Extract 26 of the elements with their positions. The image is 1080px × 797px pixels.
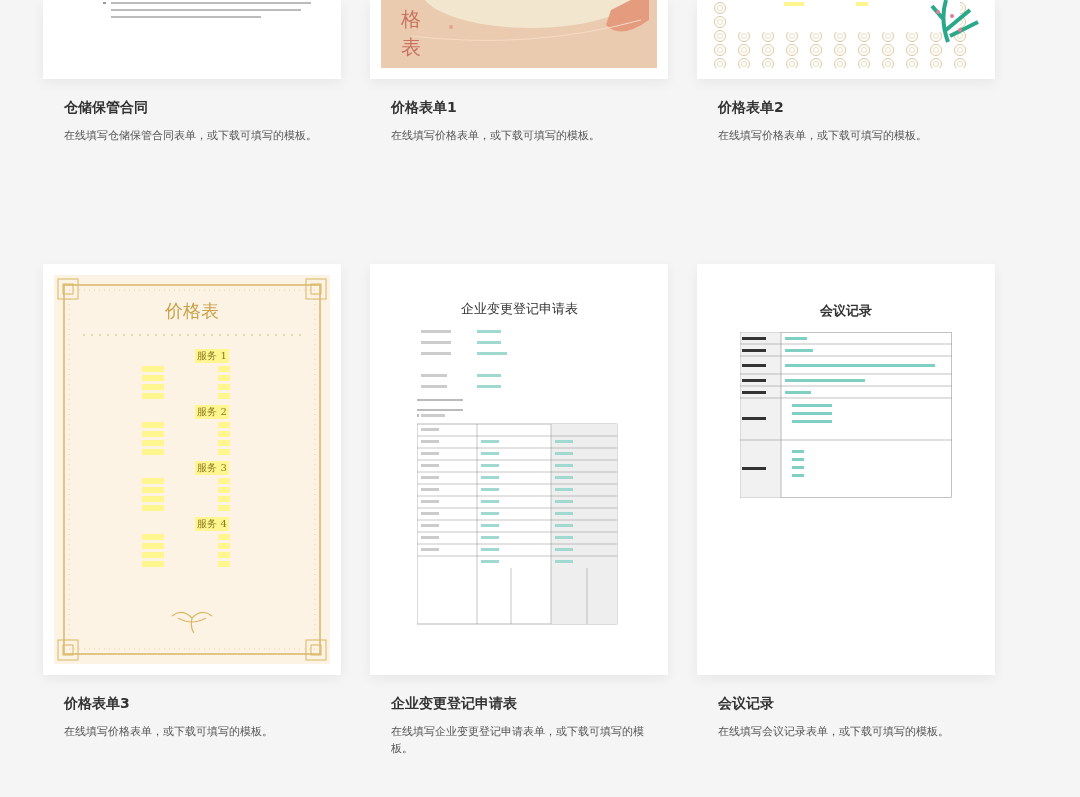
template-preview[interactable] <box>43 0 341 79</box>
template-title[interactable]: 价格表单3 <box>64 695 320 713</box>
section-heading: 服务 1 <box>195 349 229 363</box>
preview-heading: 企业变更登记申请表 <box>460 300 578 318</box>
template-description: 在线填写会议记录表单，或下载可填写的模板。 <box>718 724 950 740</box>
preview-heading: 表 <box>401 36 421 58</box>
template-title[interactable]: 会议记录 <box>718 695 974 713</box>
template-title[interactable]: 价格表单1 <box>391 99 647 117</box>
template-description: 在线填写价格表单，或下载可填写的模板。 <box>718 128 928 144</box>
template-preview[interactable]: 价格表 服务 1 服务 2 服务 3 服务 4 <box>43 264 341 675</box>
preview-heading: 会议记录 <box>820 302 872 320</box>
section-heading: 服务 4 <box>195 517 229 531</box>
template-preview[interactable]: 会议记录 <box>697 264 995 675</box>
preview-heading: 价格表 <box>165 299 219 323</box>
template-title[interactable]: 仓储保管合同 <box>64 99 320 117</box>
section-heading: 服务 3 <box>195 461 229 475</box>
template-title[interactable]: 价格表单2 <box>718 99 974 117</box>
template-description: 在线填写价格表单，或下载可填写的模板。 <box>64 724 274 740</box>
preview-heading: 格 <box>401 8 421 30</box>
template-description: 在线填写企业变更登记申请表单，或下载可填写的模板。 <box>391 724 645 757</box>
template-description: 在线填写仓储保管合同表单，或下载可填写的模板。 <box>64 128 318 144</box>
template-preview[interactable]: 企业变更登记申请表 <box>370 264 668 675</box>
template-description: 在线填写价格表单，或下载可填写的模板。 <box>391 128 601 144</box>
template-preview[interactable] <box>697 0 995 79</box>
section-heading: 服务 2 <box>195 405 229 419</box>
template-title[interactable]: 企业变更登记申请表 <box>391 695 647 713</box>
